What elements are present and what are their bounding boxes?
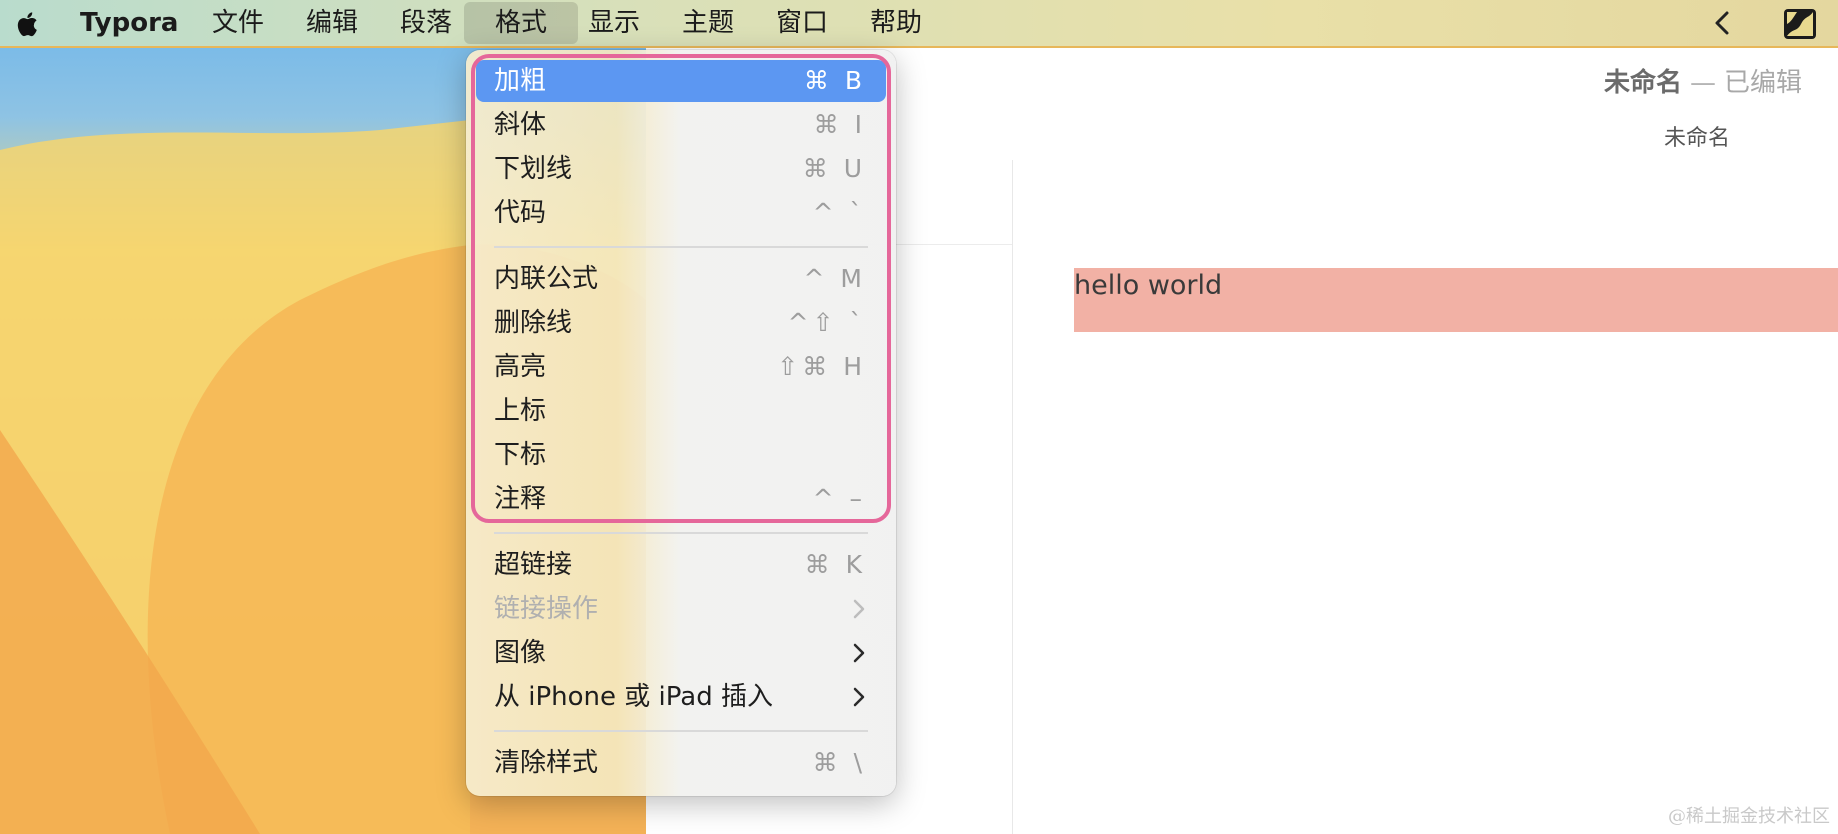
- menu-view[interactable]: 显示: [576, 0, 652, 46]
- menu-paragraph[interactable]: 段落: [388, 0, 464, 46]
- title-separator: —: [1689, 68, 1716, 98]
- menu-item-image[interactable]: 图像: [476, 632, 886, 674]
- menu-separator: [494, 532, 868, 534]
- menu-themes[interactable]: 主题: [670, 0, 746, 46]
- document-tab[interactable]: 未命名: [1664, 120, 1730, 152]
- shortcut-label: ⌘ \: [812, 748, 866, 777]
- paragraph-text[interactable]: hello world: [1074, 270, 1222, 301]
- menu-item-insert-from-iphone[interactable]: 从 iPhone 或 iPad 插入: [476, 676, 886, 718]
- chevron-right-icon: [853, 643, 865, 663]
- menu-file[interactable]: 文件: [200, 0, 276, 46]
- window-title: 未命名 — 已编辑: [1604, 62, 1802, 99]
- menu-item-hyperlink[interactable]: 超链接 ⌘ K: [476, 544, 886, 586]
- edited-status: 已编辑: [1723, 68, 1802, 98]
- menu-separator: [494, 730, 868, 732]
- document-name: 未命名: [1603, 68, 1682, 98]
- menu-item-link-actions[interactable]: 链接操作: [476, 588, 886, 630]
- menu-window[interactable]: 窗口: [764, 0, 840, 46]
- chevron-left-icon[interactable]: [1710, 10, 1736, 36]
- control-center-icon[interactable]: [1783, 8, 1817, 40]
- menu-edit[interactable]: 编辑: [294, 0, 370, 46]
- menu-help[interactable]: 帮助: [858, 0, 934, 46]
- annotation-frame: [471, 54, 891, 523]
- chevron-right-icon: [853, 687, 865, 707]
- menu-item-clear-format[interactable]: 清除样式 ⌘ \: [476, 742, 886, 784]
- watermark: @稀土掘金技术社区: [1668, 806, 1830, 827]
- shortcut-label: ⌘ K: [804, 550, 866, 579]
- menu-format[interactable]: 格式: [464, 2, 578, 44]
- app-menu-typora[interactable]: Typora: [80, 0, 178, 46]
- chevron-right-icon: [853, 599, 865, 619]
- sidebar-divider: [1012, 160, 1013, 834]
- menu-bar: Typora 文件 编辑 段落 格式 显示 主题 窗口 帮助: [0, 0, 1838, 48]
- apple-logo-icon[interactable]: [14, 8, 42, 40]
